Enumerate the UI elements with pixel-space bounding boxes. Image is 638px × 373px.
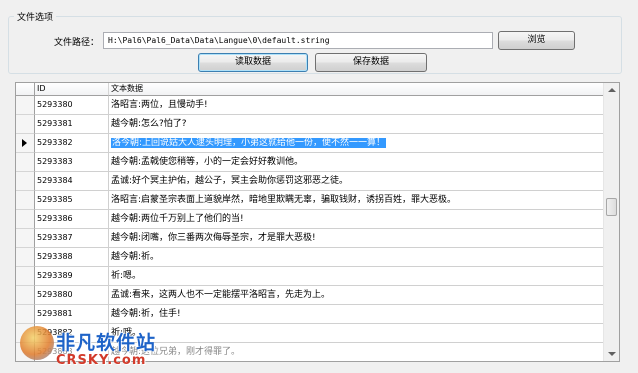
table-row[interactable]: 5293882 祈:哦。 (16, 324, 604, 343)
cell-text[interactable]: 洛昭言:启蒙圣宗表面上道貌岸然，暗地里欺瞒无辜，骗取钱财，诱拐百姓，罪大恶极。 (109, 191, 604, 210)
table-row[interactable]: 5293388 越今朝:祈。 (16, 248, 604, 267)
cell-id[interactable]: 5293882 (35, 324, 109, 343)
cell-id[interactable]: 5293881 (35, 305, 109, 324)
table-row[interactable]: 5293381 越今朝:怎么?怕了? (16, 115, 604, 134)
cell-text[interactable]: 越今朝:祈，住手! (109, 305, 604, 324)
cell-text[interactable]: 越今朝:这位兄弟，刚才得罪了。 (109, 343, 604, 361)
cell-text[interactable]: 越今朝:两位千万别上了他们的当! (109, 210, 604, 229)
selected-cell-text[interactable]: 洛今朝:上回说姑大人逮头明理，小弟这就给他一份，便不然一一算！ (111, 138, 387, 148)
row-header[interactable] (16, 229, 35, 248)
scroll-down-icon[interactable] (608, 352, 616, 356)
cell-id[interactable]: 5293386 (35, 210, 109, 229)
table-row[interactable]: 5293880 孟诚:看来，这两人也不一定能摆平洛昭言，先走为上。 (16, 286, 604, 305)
row-header[interactable] (16, 305, 35, 324)
browse-button[interactable]: 浏览 (498, 31, 575, 50)
table-row[interactable]: 5293383 越今朝:孟戟使您稍等，小的一定会好好教训他。 (16, 153, 604, 172)
cell-id[interactable]: 5293383 (35, 153, 109, 172)
table-row[interactable]: 5293382 洛今朝:上回说姑大人逮头明理，小弟这就给他一份，便不然一一算！ (16, 134, 604, 153)
row-header[interactable] (16, 96, 35, 115)
scroll-up-icon[interactable] (608, 88, 616, 92)
row-header[interactable] (16, 172, 35, 191)
cell-id[interactable]: 5293883 (35, 343, 109, 361)
table-row[interactable]: 5293385 洛昭言:启蒙圣宗表面上道貌岸然，暗地里欺瞒无辜，骗取钱财，诱拐百姓… (16, 191, 604, 210)
cell-id[interactable]: 5293389 (35, 267, 109, 286)
table-row[interactable]: 5293387 越今朝:闭嘴，你三番两次侮辱圣宗，才是罪大恶极! (16, 229, 604, 248)
cell-text[interactable]: 孟诚:好个冥主护佑，越公子，冥主会助你惩罚这邪恶之徒。 (109, 172, 604, 191)
read-data-button[interactable]: 读取数据 (198, 53, 308, 72)
table-row[interactable]: 5293386 越今朝:两位千万别上了他们的当! (16, 210, 604, 229)
cell-text[interactable]: 越今朝:闭嘴，你三番两次侮辱圣宗，才是罪大恶极! (109, 229, 604, 248)
scroll-thumb[interactable] (606, 198, 617, 216)
cell-text[interactable]: 越今朝:祈。 (109, 248, 604, 267)
cell-text[interactable]: 祈:哦。 (109, 324, 604, 343)
row-header[interactable] (16, 191, 35, 210)
table-row[interactable]: 5293380 洛昭言:两位，且慢动手! (16, 96, 604, 115)
row-header-corner (16, 83, 35, 96)
row-header[interactable] (16, 153, 35, 172)
cell-text[interactable]: 越今朝:怎么?怕了? (109, 115, 604, 134)
row-header[interactable] (16, 115, 35, 134)
table-row[interactable]: 5293881 越今朝:祈，住手! (16, 305, 604, 324)
group-title: 文件选项 (14, 10, 57, 23)
cell-id[interactable]: 5293387 (35, 229, 109, 248)
column-header-id[interactable]: ID (35, 83, 109, 96)
cell-id[interactable]: 5293381 (35, 115, 109, 134)
cell-id[interactable]: 5293380 (35, 96, 109, 115)
cell-text[interactable]: 越今朝:孟戟使您稍等，小的一定会好好教训他。 (109, 153, 604, 172)
file-path-input[interactable]: H:\Pal6\Pal6_Data\Data\Langue\0\default.… (103, 32, 493, 49)
cell-text[interactable]: 洛今朝:上回说姑大人逮头明理，小弟这就给他一份，便不然一一算！ (109, 134, 604, 153)
row-header[interactable] (16, 134, 35, 153)
row-header[interactable] (16, 343, 35, 361)
cell-id[interactable]: 5293385 (35, 191, 109, 210)
vertical-scrollbar[interactable] (603, 83, 619, 361)
table-row[interactable]: 5293883 越今朝:这位兄弟，刚才得罪了。 (16, 343, 604, 361)
cell-text[interactable]: 祈:嗯。 (109, 267, 604, 286)
file-path-label: 文件路径： (54, 38, 100, 48)
cell-id[interactable]: 5293388 (35, 248, 109, 267)
row-header[interactable] (16, 248, 35, 267)
cell-text[interactable]: 孟诚:看来，这两人也不一定能摆平洛昭言，先走为上。 (109, 286, 604, 305)
save-data-button[interactable]: 保存数据 (315, 53, 427, 72)
table-row[interactable]: 5293389 祈:嗯。 (16, 267, 604, 286)
data-grid[interactable]: ID 文本数据 5293380 洛昭言:两位，且慢动手! 5293381 越今朝:怎么… (15, 82, 620, 362)
row-header[interactable] (16, 267, 35, 286)
current-row-arrow-icon (22, 139, 27, 147)
row-header[interactable] (16, 324, 35, 343)
cell-id[interactable]: 5293382 (35, 134, 109, 153)
table-row[interactable]: 5293384 孟诚:好个冥主护佑，越公子，冥主会助你惩罚这邪恶之徒。 (16, 172, 604, 191)
cell-text[interactable]: 洛昭言:两位，且慢动手! (109, 96, 604, 115)
grid-column-header: ID 文本数据 (16, 83, 604, 96)
row-header[interactable] (16, 286, 35, 305)
cell-id[interactable]: 5293880 (35, 286, 109, 305)
cell-id[interactable]: 5293384 (35, 172, 109, 191)
row-header[interactable] (16, 210, 35, 229)
column-header-text[interactable]: 文本数据 (109, 83, 604, 96)
